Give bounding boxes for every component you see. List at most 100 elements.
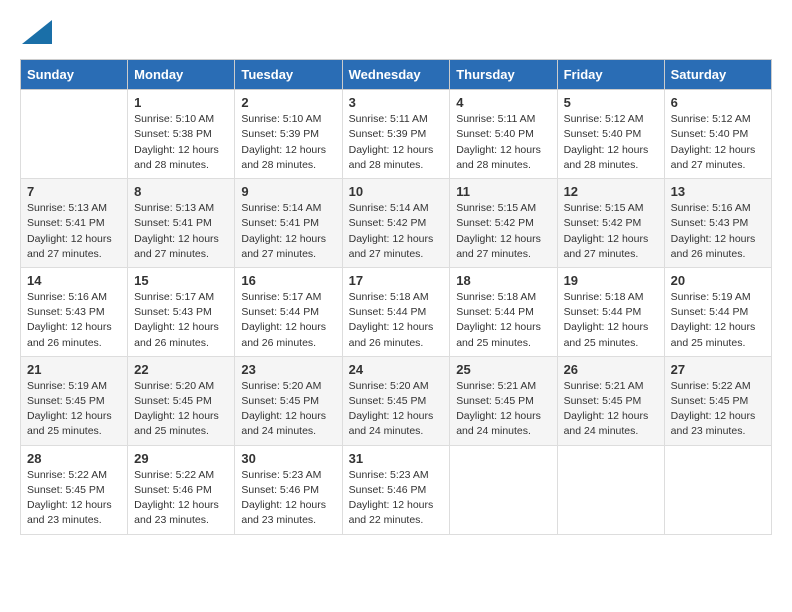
day-number: 30	[241, 451, 335, 466]
day-info: Sunrise: 5:13 AM Sunset: 5:41 PM Dayligh…	[27, 201, 121, 262]
day-number: 2	[241, 95, 335, 110]
day-info: Sunrise: 5:16 AM Sunset: 5:43 PM Dayligh…	[671, 201, 765, 262]
day-number: 21	[27, 362, 121, 377]
day-number: 11	[456, 184, 550, 199]
day-info: Sunrise: 5:23 AM Sunset: 5:46 PM Dayligh…	[241, 468, 335, 529]
calendar-cell: 7 Sunrise: 5:13 AM Sunset: 5:41 PM Daylig…	[21, 179, 128, 268]
header-monday: Monday	[128, 60, 235, 90]
day-info: Sunrise: 5:13 AM Sunset: 5:41 PM Dayligh…	[134, 201, 228, 262]
day-info: Sunrise: 5:18 AM Sunset: 5:44 PM Dayligh…	[456, 290, 550, 351]
day-number: 20	[671, 273, 765, 288]
calendar-cell: 6 Sunrise: 5:12 AM Sunset: 5:40 PM Daylig…	[664, 90, 771, 179]
calendar-cell: 3Sunrise: 5:11 AM Sunset: 5:39 PM Daylig…	[342, 90, 450, 179]
day-info: Sunrise: 5:14 AM Sunset: 5:42 PM Dayligh…	[349, 201, 444, 262]
day-info: Sunrise: 5:20 AM Sunset: 5:45 PM Dayligh…	[241, 379, 335, 440]
day-number: 29	[134, 451, 228, 466]
day-number: 16	[241, 273, 335, 288]
calendar-cell: 26 Sunrise: 5:21 AM Sunset: 5:45 PM Dayli…	[557, 356, 664, 445]
day-number: 28	[27, 451, 121, 466]
calendar-cell: 18 Sunrise: 5:18 AM Sunset: 5:44 PM Dayli…	[450, 267, 557, 356]
day-info: Sunrise: 5:18 AM Sunset: 5:44 PM Dayligh…	[349, 290, 444, 351]
day-number: 23	[241, 362, 335, 377]
day-info: Sunrise: 5:19 AM Sunset: 5:45 PM Dayligh…	[27, 379, 121, 440]
day-info: Sunrise: 5:21 AM Sunset: 5:45 PM Dayligh…	[564, 379, 658, 440]
calendar-cell: 8 Sunrise: 5:13 AM Sunset: 5:41 PM Daylig…	[128, 179, 235, 268]
day-number: 31	[349, 451, 444, 466]
day-info: Sunrise: 5:10 AM Sunset: 5:38 PM Dayligh…	[134, 112, 228, 173]
day-number: 25	[456, 362, 550, 377]
header-saturday: Saturday	[664, 60, 771, 90]
calendar-cell: 10 Sunrise: 5:14 AM Sunset: 5:42 PM Dayli…	[342, 179, 450, 268]
calendar-cell: 9 Sunrise: 5:14 AM Sunset: 5:41 PM Daylig…	[235, 179, 342, 268]
calendar-cell: 5Sunrise: 5:12 AM Sunset: 5:40 PM Daylig…	[557, 90, 664, 179]
day-info: Sunrise: 5:15 AM Sunset: 5:42 PM Dayligh…	[564, 201, 658, 262]
day-number: 7	[27, 184, 121, 199]
calendar-cell	[21, 90, 128, 179]
calendar-header: SundayMondayTuesdayWednesdayThursdayFrid…	[21, 60, 772, 90]
day-number: 24	[349, 362, 444, 377]
day-info: Sunrise: 5:12 AM Sunset: 5:40 PM Dayligh…	[671, 112, 765, 173]
calendar-cell: 27 Sunrise: 5:22 AM Sunset: 5:45 PM Dayli…	[664, 356, 771, 445]
day-number: 15	[134, 273, 228, 288]
day-number: 18	[456, 273, 550, 288]
logo-icon	[22, 20, 52, 44]
calendar-cell: 20 Sunrise: 5:19 AM Sunset: 5:44 PM Dayli…	[664, 267, 771, 356]
calendar-cell: 19 Sunrise: 5:18 AM Sunset: 5:44 PM Dayli…	[557, 267, 664, 356]
calendar-cell: 22 Sunrise: 5:20 AM Sunset: 5:45 PM Dayli…	[128, 356, 235, 445]
day-number: 12	[564, 184, 658, 199]
day-info: Sunrise: 5:23 AM Sunset: 5:46 PM Dayligh…	[349, 468, 444, 529]
calendar-cell: 11 Sunrise: 5:15 AM Sunset: 5:42 PM Dayli…	[450, 179, 557, 268]
header-friday: Friday	[557, 60, 664, 90]
calendar-cell: 24 Sunrise: 5:20 AM Sunset: 5:45 PM Dayli…	[342, 356, 450, 445]
day-info: Sunrise: 5:10 AM Sunset: 5:39 PM Dayligh…	[241, 112, 335, 173]
day-number: 6	[671, 95, 765, 110]
day-info: Sunrise: 5:22 AM Sunset: 5:45 PM Dayligh…	[671, 379, 765, 440]
day-info: Sunrise: 5:15 AM Sunset: 5:42 PM Dayligh…	[456, 201, 550, 262]
day-info: Sunrise: 5:22 AM Sunset: 5:45 PM Dayligh…	[27, 468, 121, 529]
header-thursday: Thursday	[450, 60, 557, 90]
calendar-cell	[450, 445, 557, 534]
calendar-table: SundayMondayTuesdayWednesdayThursdayFrid…	[20, 59, 772, 534]
day-info: Sunrise: 5:20 AM Sunset: 5:45 PM Dayligh…	[349, 379, 444, 440]
day-number: 19	[564, 273, 658, 288]
calendar-cell: 29 Sunrise: 5:22 AM Sunset: 5:46 PM Dayli…	[128, 445, 235, 534]
calendar-cell: 23 Sunrise: 5:20 AM Sunset: 5:45 PM Dayli…	[235, 356, 342, 445]
day-info: Sunrise: 5:11 AM Sunset: 5:40 PM Dayligh…	[456, 112, 550, 173]
calendar-cell: 2 Sunrise: 5:10 AM Sunset: 5:39 PM Daylig…	[235, 90, 342, 179]
calendar-cell: 25Sunrise: 5:21 AM Sunset: 5:45 PM Dayli…	[450, 356, 557, 445]
day-number: 22	[134, 362, 228, 377]
day-number: 4	[456, 95, 550, 110]
day-number: 9	[241, 184, 335, 199]
day-number: 5	[564, 95, 658, 110]
calendar-cell: 13 Sunrise: 5:16 AM Sunset: 5:43 PM Dayli…	[664, 179, 771, 268]
logo	[20, 20, 52, 49]
day-number: 17	[349, 273, 444, 288]
day-info: Sunrise: 5:22 AM Sunset: 5:46 PM Dayligh…	[134, 468, 228, 529]
day-number: 27	[671, 362, 765, 377]
day-number: 1	[134, 95, 228, 110]
calendar-cell: 21 Sunrise: 5:19 AM Sunset: 5:45 PM Dayli…	[21, 356, 128, 445]
page-header	[20, 20, 772, 49]
day-info: Sunrise: 5:17 AM Sunset: 5:44 PM Dayligh…	[241, 290, 335, 351]
day-info: Sunrise: 5:17 AM Sunset: 5:43 PM Dayligh…	[134, 290, 228, 351]
day-number: 14	[27, 273, 121, 288]
day-info: Sunrise: 5:20 AM Sunset: 5:45 PM Dayligh…	[134, 379, 228, 440]
calendar-cell: 12 Sunrise: 5:15 AM Sunset: 5:42 PM Dayli…	[557, 179, 664, 268]
day-number: 8	[134, 184, 228, 199]
day-number: 26	[564, 362, 658, 377]
day-info: Sunrise: 5:18 AM Sunset: 5:44 PM Dayligh…	[564, 290, 658, 351]
day-number: 13	[671, 184, 765, 199]
calendar-cell: 4 Sunrise: 5:11 AM Sunset: 5:40 PM Daylig…	[450, 90, 557, 179]
day-info: Sunrise: 5:11 AM Sunset: 5:39 PM Dayligh…	[349, 112, 444, 173]
calendar-cell: 17 Sunrise: 5:18 AM Sunset: 5:44 PM Dayli…	[342, 267, 450, 356]
day-info: Sunrise: 5:14 AM Sunset: 5:41 PM Dayligh…	[241, 201, 335, 262]
calendar-cell: 14 Sunrise: 5:16 AM Sunset: 5:43 PM Dayli…	[21, 267, 128, 356]
day-number: 10	[349, 184, 444, 199]
calendar-cell: 16 Sunrise: 5:17 AM Sunset: 5:44 PM Dayli…	[235, 267, 342, 356]
calendar-cell: 15 Sunrise: 5:17 AM Sunset: 5:43 PM Dayli…	[128, 267, 235, 356]
calendar-cell: 28 Sunrise: 5:22 AM Sunset: 5:45 PM Dayli…	[21, 445, 128, 534]
calendar-cell	[664, 445, 771, 534]
day-info: Sunrise: 5:19 AM Sunset: 5:44 PM Dayligh…	[671, 290, 765, 351]
calendar-cell	[557, 445, 664, 534]
day-info: Sunrise: 5:16 AM Sunset: 5:43 PM Dayligh…	[27, 290, 121, 351]
